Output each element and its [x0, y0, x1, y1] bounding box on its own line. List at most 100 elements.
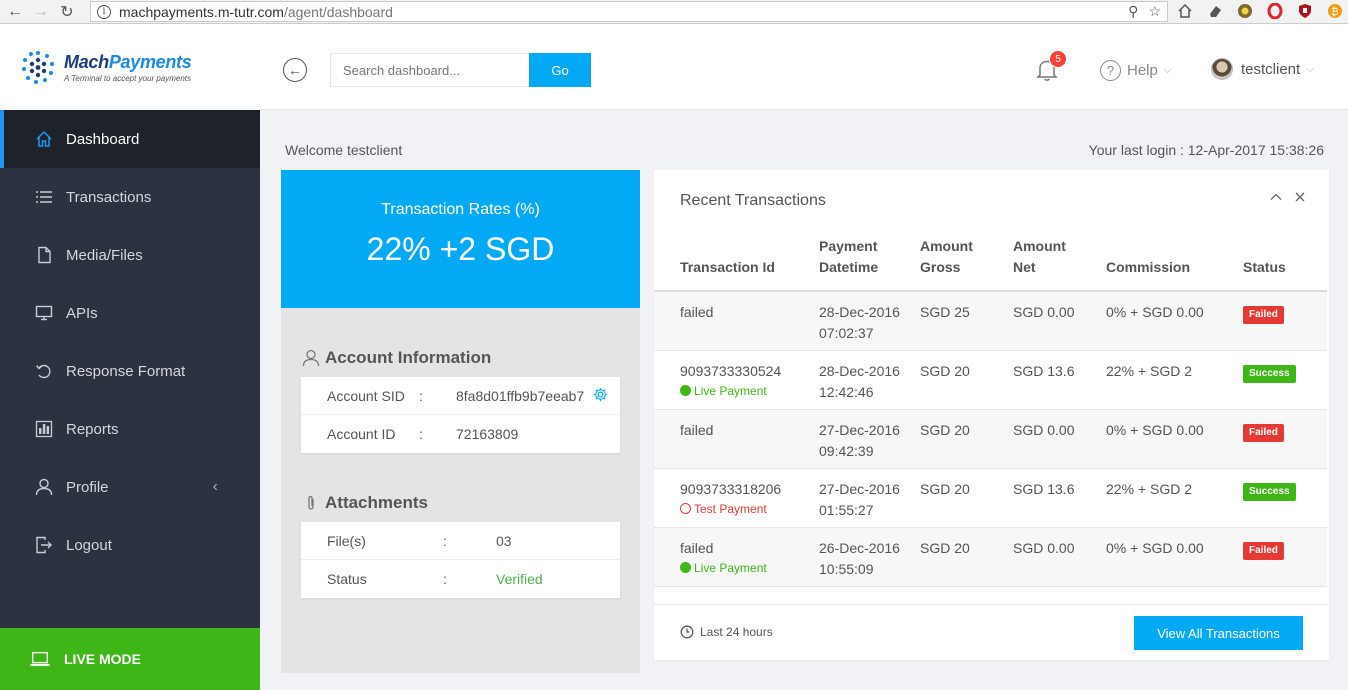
sidebar-item-dashboard[interactable]: Dashboard [0, 110, 260, 168]
sidebar-item-label: Media/Files [66, 246, 143, 264]
list-icon [34, 187, 54, 207]
search-input[interactable] [330, 53, 530, 87]
info-icon[interactable]: i [97, 4, 111, 19]
logo-icon [20, 49, 56, 85]
sidebar: MachPayments A Terminal to accept your p… [0, 24, 260, 690]
files-row: File(s) : 03 [301, 522, 620, 560]
logo[interactable]: MachPayments A Terminal to accept your p… [0, 24, 260, 110]
separator: : [419, 426, 423, 442]
help-menu[interactable]: ? Help ⌵ [1100, 60, 1171, 81]
commission: 0% + SGD 0.00 [1106, 539, 1204, 556]
view-all-transactions-button[interactable]: View All Transactions [1134, 616, 1303, 650]
table-header-row: Transaction Id Payment Datetime Amount Gro… [654, 236, 1327, 292]
brand-tagline: A Terminal to accept your payments [64, 73, 192, 83]
sidebar-item-label: Dashboard [66, 130, 140, 148]
gear-icon[interactable] [593, 387, 608, 402]
transactions-table: Transaction Id Payment Datetime Amount Gro… [654, 236, 1327, 587]
amount-gross: SGD 20 [920, 421, 970, 438]
column-header[interactable]: Transaction Id [654, 236, 819, 292]
sidebar-item-reports[interactable]: Reports [0, 400, 260, 458]
url-path: /agent/dashboard [283, 3, 393, 20]
status-badge: Failed [1243, 541, 1284, 560]
payment-date: 26-Dec-2016 [819, 539, 900, 556]
column-header[interactable]: Commission [1106, 236, 1243, 292]
star-icon[interactable]: ☆ [1148, 3, 1161, 20]
user-icon [301, 348, 321, 368]
eraser-ext-icon[interactable] [1206, 2, 1224, 20]
bitcoin-ext-icon[interactable]: ₿ [1326, 2, 1344, 20]
recent-transactions-footer: Last 24 hours View All Transactions [654, 604, 1329, 660]
rates-title: Transaction Rates (%) [381, 201, 540, 218]
rates-value: 22% +2 SGD [366, 231, 555, 267]
recent-transactions-card: Recent Transactions Transaction Id Payme… [654, 170, 1329, 660]
back-arrow-icon[interactable]: ← [4, 1, 26, 23]
amount-net: SGD 0.00 [1013, 539, 1075, 556]
table-row[interactable]: failed Live Payment 26-Dec-2016 10:55:09 S… [654, 527, 1327, 587]
payment-mode: Live Payment [694, 560, 767, 575]
sidebar-item-label: Response Format [66, 362, 186, 380]
chevron-up-icon[interactable] [1269, 190, 1283, 207]
live-mode-toggle[interactable]: LIVE MODE [0, 628, 260, 690]
sidebar-item-media-files[interactable]: Media/Files [0, 226, 260, 284]
transaction-id: 9093733330524 [680, 362, 782, 379]
shield-ext-icon[interactable] [1236, 2, 1254, 20]
ublock-ext-icon[interactable] [1296, 2, 1314, 20]
payment-time: 09:42:39 [819, 442, 874, 459]
table-row[interactable]: failed 27-Dec-2016 09:42:39 SGD 20 SGD 0.… [654, 409, 1327, 469]
status-row: Status : Verified [301, 560, 620, 598]
reload-icon[interactable]: ↻ [56, 1, 78, 23]
attachments-title: Attachments [301, 493, 640, 513]
payment-time: 10:55:09 [819, 560, 874, 577]
user-icon [34, 477, 54, 497]
payment-date: 28-Dec-2016 [819, 362, 900, 379]
commission: 0% + SGD 0.00 [1106, 304, 1204, 320]
opera-ext-icon[interactable] [1266, 2, 1284, 20]
transaction-id: failed [680, 539, 714, 556]
table-row[interactable]: 9093733318206 Test Payment 27-Dec-2016 01:… [654, 468, 1327, 528]
sidebar-item-response-format[interactable]: Response Format [0, 342, 260, 400]
table-row[interactable]: 9093733330524 Live Payment 28-Dec-2016 12:… [654, 350, 1327, 410]
status-label: Status [327, 571, 367, 587]
files-label: File(s) [327, 532, 366, 549]
amount-gross: SGD 25 [920, 304, 970, 320]
home-ext-icon[interactable] [1176, 2, 1194, 20]
bar-chart-icon [34, 419, 54, 439]
sidebar-item-transactions[interactable]: Transactions [0, 168, 260, 226]
column-header[interactable]: Amount Net [1013, 236, 1106, 292]
welcome-text: Welcome testclient [285, 142, 403, 158]
browser-toolbar: ← → ↻ i machpayments.m-tutr.com/agent/da… [0, 0, 1348, 24]
key-icon[interactable]: ⚲ [1128, 3, 1138, 20]
table-row[interactable]: failed 28-Dec-2016 07:02:37 SGD 25 SGD 0.… [654, 291, 1327, 351]
payment-date: 28-Dec-2016 [819, 304, 900, 320]
brand-name: MachPayments [64, 51, 192, 72]
status-value: Verified [496, 571, 543, 587]
files-value: 03 [496, 532, 512, 549]
column-header[interactable]: Payment Datetime [819, 236, 920, 292]
sidebar-item-apis[interactable]: APIs [0, 284, 260, 342]
user-menu[interactable]: testclient ⌵ [1211, 58, 1314, 80]
sidebar-item-label: Transactions [66, 188, 152, 206]
sidebar-item-logout[interactable]: Logout [0, 516, 260, 574]
chevron-left-icon[interactable]: ‹ [213, 478, 218, 496]
forward-arrow-icon[interactable]: → [30, 1, 52, 23]
clock-icon [680, 625, 694, 639]
column-header[interactable]: Amount Gross [920, 236, 1013, 292]
address-bar[interactable]: i machpayments.m-tutr.com/agent/dashboar… [90, 1, 1168, 22]
last-24-hours: Last 24 hours [680, 625, 773, 639]
close-icon[interactable] [1293, 190, 1307, 207]
test-dot-icon [680, 503, 691, 514]
commission: 22% + SGD 2 [1106, 480, 1192, 497]
sidebar-toggle-back-icon[interactable]: ← [283, 58, 307, 82]
question-icon: ? [1100, 60, 1121, 81]
home-icon [34, 129, 54, 149]
search-go-button[interactable]: Go [529, 53, 591, 87]
account-sid-label: Account SID [327, 387, 405, 404]
sidebar-item-label: APIs [66, 304, 98, 322]
payment-mode: Test Payment [694, 501, 767, 516]
svg-text:₿: ₿ [1331, 6, 1338, 18]
column-header[interactable]: Status [1243, 236, 1327, 292]
status-badge: Success [1243, 482, 1296, 501]
monitor-icon [34, 303, 54, 323]
sidebar-item-profile[interactable]: Profile ‹ [0, 458, 260, 516]
chevron-down-icon: ⌵ [1163, 65, 1172, 76]
